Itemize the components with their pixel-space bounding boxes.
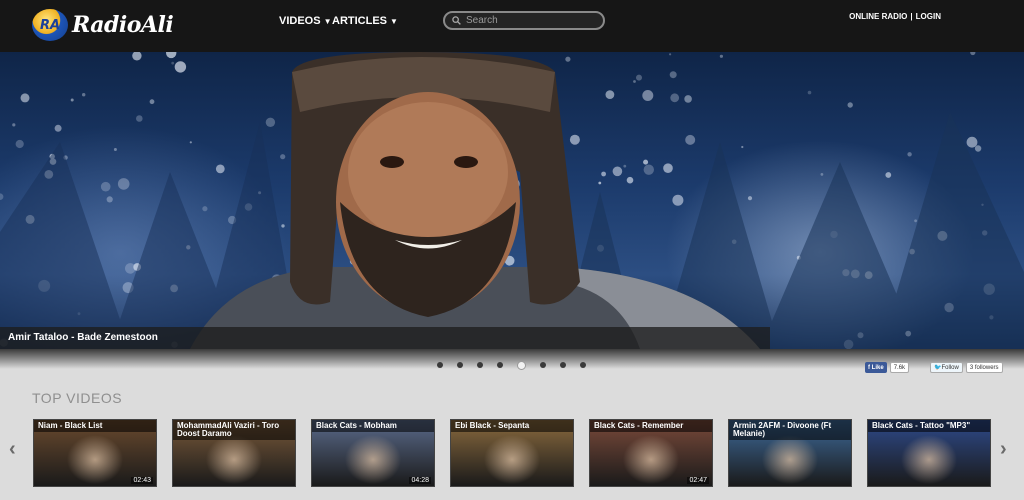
fb-like-label: Like (871, 364, 884, 371)
video-card[interactable]: Ebi Black - Sepanta (450, 419, 574, 487)
search-icon (452, 16, 461, 25)
video-title: MohammadAli Vaziri - Toro Doost Daramo (173, 420, 295, 440)
social-buttons: f Like 7.6k 🐦 Follow 3 followers (865, 362, 1003, 373)
account-links: ONLINE RADIO | LOGIN (849, 12, 941, 21)
video-card[interactable]: Armin 2AFM - Divoone (Ft Melanie) (728, 419, 852, 487)
hero-caption[interactable]: Amir Tataloo - Bade Zemestoon (8, 332, 158, 343)
tw-follower-count: 3 followers (965, 362, 1003, 373)
slider-dot[interactable] (560, 362, 566, 368)
video-duration: 02:43 (131, 477, 153, 484)
slider-dot[interactable] (497, 362, 503, 368)
video-card[interactable]: MohammadAli Vaziri - Toro Doost Daramo (172, 419, 296, 487)
facebook-like-button[interactable]: f Like (865, 362, 887, 373)
video-title: Black Cats - Tattoo "MP3" (868, 420, 990, 432)
logo-badge: RA (32, 9, 68, 41)
twitter-follow-button[interactable]: 🐦 Follow (930, 362, 963, 373)
top-videos-carousel: Niam - Black List 02:43 MohammadAli Vaziri… (33, 419, 991, 487)
video-title: Black Cats - Remember (590, 420, 712, 432)
slider-pagination (437, 360, 586, 370)
nav-articles[interactable]: ARTICLES ▼ (332, 15, 398, 27)
nav-videos[interactable]: VIDEOS ▼ (279, 15, 332, 27)
video-card[interactable]: Black Cats - Remember 02:47 (589, 419, 713, 487)
online-radio-link[interactable]: ONLINE RADIO (849, 12, 907, 21)
top-videos-heading: TOP VIDEOS (32, 390, 123, 406)
login-link[interactable]: LOGIN (916, 12, 941, 21)
nav-videos-label: VIDEOS (279, 15, 321, 27)
video-title: Armin 2AFM - Divoone (Ft Melanie) (729, 420, 851, 440)
fb-like-count: 7.6k (889, 362, 910, 373)
video-title: Niam - Black List (34, 420, 156, 432)
video-duration: 04:28 (409, 477, 431, 484)
chevron-left-icon[interactable]: ‹ (9, 438, 16, 461)
slider-dot[interactable] (540, 362, 546, 368)
link-separator: | (910, 12, 913, 21)
hero-image-person (190, 52, 760, 349)
video-title: Black Cats - Mobham (312, 420, 434, 432)
caret-down-icon: ▼ (323, 16, 332, 26)
caret-down-icon: ▼ (390, 16, 398, 26)
search-box[interactable] (443, 11, 605, 30)
slider-dot[interactable] (437, 362, 443, 368)
slider-dot[interactable] (457, 362, 463, 368)
video-duration: 02:47 (687, 477, 709, 484)
video-card[interactable]: Niam - Black List 02:43 (33, 419, 157, 487)
search-input[interactable] (466, 15, 596, 26)
chevron-right-icon[interactable]: › (1000, 438, 1007, 461)
twitter-icon: 🐦 (934, 365, 942, 371)
video-title: Ebi Black - Sepanta (451, 420, 573, 432)
top-navbar: RA RadioAli VIDEOS ▼ ARTICLES ▼ ONLINE R… (0, 0, 1024, 52)
slider-dot[interactable] (477, 362, 483, 368)
logo-text: RadioAli (72, 12, 174, 38)
nav-articles-label: ARTICLES (332, 15, 387, 27)
slider-dot[interactable] (580, 362, 586, 368)
facebook-icon: f (868, 364, 870, 371)
slider-dot[interactable] (517, 360, 526, 370)
tw-follow-label: Follow (941, 364, 959, 371)
hero-slider[interactable]: Amir Tataloo - Bade Zemestoon (0, 52, 1024, 349)
site-logo[interactable]: RA RadioAli (32, 9, 174, 41)
video-card[interactable]: Black Cats - Mobham 04:28 (311, 419, 435, 487)
hero-caption-bar: Amir Tataloo - Bade Zemestoon (0, 327, 770, 349)
video-card[interactable]: Black Cats - Tattoo "MP3" (867, 419, 991, 487)
